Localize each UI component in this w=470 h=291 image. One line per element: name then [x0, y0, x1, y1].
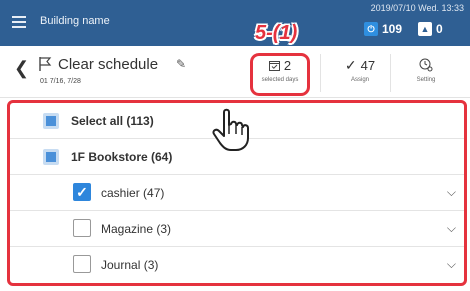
- top-header-bar: Building name 2019/07/10 Wed. 13:33 ⏻ 10…: [0, 0, 470, 46]
- list-item[interactable]: ✓ cashier (47) ⌵: [10, 175, 464, 211]
- list-item[interactable]: Magazine (3) ⌵: [10, 211, 464, 247]
- schedule-dates: 01 7/16, 7/28: [40, 78, 81, 85]
- checkmark-icon: ✓: [344, 56, 357, 73]
- selected-days-label: selected days: [261, 77, 299, 83]
- item-checkbox[interactable]: [73, 219, 91, 237]
- group-checkbox[interactable]: [43, 149, 59, 165]
- setting-label: Setting: [416, 77, 436, 83]
- assign-count: 47: [360, 57, 376, 73]
- list-item[interactable]: Journal (3) ⌵: [10, 247, 464, 283]
- clock-gear-icon: [419, 58, 433, 72]
- group-label: 1F Bookstore (64): [71, 150, 173, 164]
- menu-icon[interactable]: [12, 16, 26, 28]
- item-label: cashier (47): [101, 186, 165, 200]
- toolbar-divider: [390, 54, 391, 92]
- alert-count: 0: [436, 22, 443, 36]
- pencil-icon[interactable]: ✎: [176, 57, 186, 71]
- setting-button[interactable]: Setting: [396, 56, 456, 94]
- step-annotation: 5-(1): [255, 22, 298, 44]
- calendar-check-icon: [268, 60, 280, 71]
- toolbar-divider: [320, 54, 321, 92]
- schedule-title: Clear schedule: [58, 56, 159, 73]
- back-icon[interactable]: ❮: [14, 58, 29, 79]
- power-count: 109: [382, 22, 403, 36]
- power-icon: ⏻: [364, 22, 378, 36]
- datetime-display: 2019/07/10 Wed. 13:33: [370, 3, 464, 13]
- item-label: Magazine (3): [101, 222, 172, 236]
- selected-days-count: 2: [283, 57, 292, 73]
- assign-button[interactable]: ✓ 47 Assign: [330, 56, 390, 94]
- chevron-down-icon[interactable]: ⌵: [447, 257, 456, 272]
- chevron-down-icon[interactable]: ⌵: [447, 185, 456, 200]
- item-checkbox[interactable]: [73, 255, 91, 273]
- item-checkbox[interactable]: ✓: [73, 183, 91, 201]
- item-label: Journal (3): [101, 258, 159, 272]
- assign-label: Assign: [350, 77, 369, 83]
- select-all-checkbox[interactable]: [43, 113, 59, 129]
- alert-icon: ▲: [418, 22, 432, 36]
- select-all-label: Select all (113): [71, 114, 154, 128]
- flag-icon: [39, 57, 52, 71]
- selected-days-button[interactable]: 2 selected days: [250, 53, 310, 96]
- building-name: Building name: [40, 15, 110, 27]
- pointing-hand-icon: [212, 108, 249, 151]
- chevron-down-icon[interactable]: ⌵: [447, 221, 456, 236]
